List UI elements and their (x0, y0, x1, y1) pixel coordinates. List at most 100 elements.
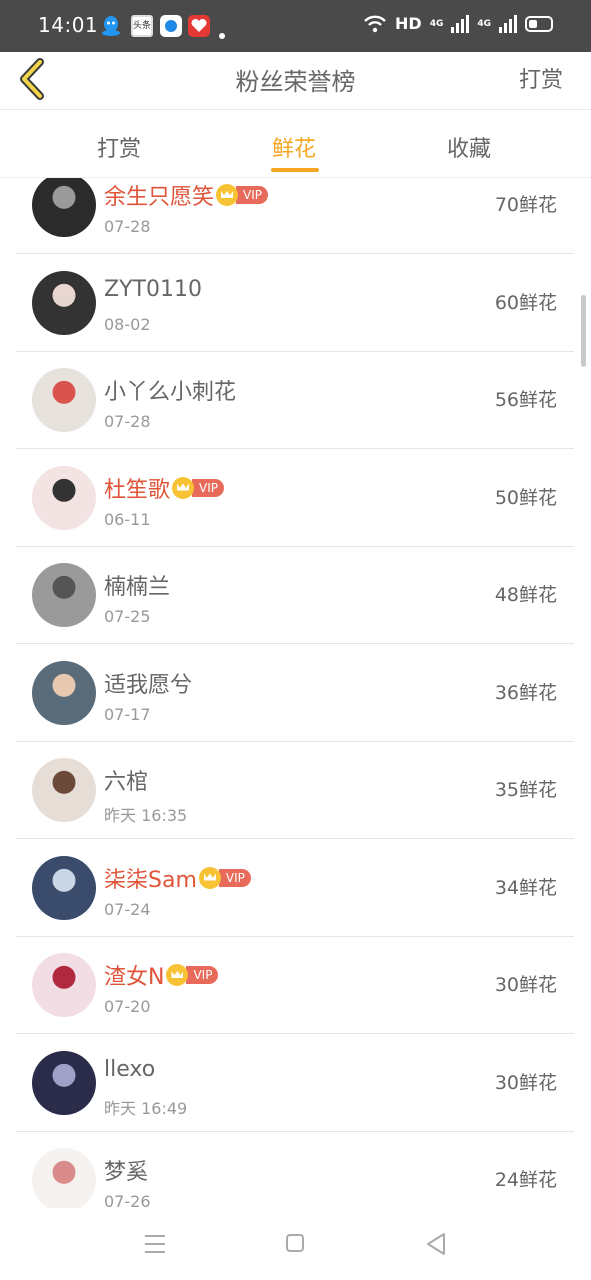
fan-date: 07-26 (104, 1192, 151, 1208)
fan-name: 小丫么小刺花 (104, 380, 237, 405)
avatar[interactable] (32, 270, 96, 335)
vip-badge: VIP (218, 868, 251, 887)
name-line: llexo (104, 1057, 155, 1082)
fan-ranking-list[interactable]: 余生只愿笑 VIP 07-28 70鲜花 ZYT0110 08-02 60鲜花 小丫么小刺花 0… (0, 178, 591, 1208)
toutiao-icon: 头条 (131, 15, 153, 37)
network-4g-label-2: 4G (477, 18, 491, 29)
tab-favorites[interactable]: 收藏 (447, 131, 491, 163)
avatar[interactable] (32, 855, 96, 920)
flower-count: 48鲜花 (494, 584, 557, 606)
crown-icon (172, 476, 195, 499)
home-icon[interactable] (286, 1234, 304, 1252)
fan-date: 07-20 (104, 997, 151, 1016)
name-line: 柒柒Sam VIP (104, 862, 251, 894)
fan-row[interactable]: 柒柒Sam VIP 07-24 34鲜花 (16, 840, 574, 937)
fan-name: llexo (104, 1056, 156, 1082)
fan-row[interactable]: 适我愿兮 07-17 36鲜花 (16, 645, 574, 742)
fan-row[interactable]: llexo 昨天 16:49 30鲜花 (16, 1035, 574, 1132)
fan-row[interactable]: ZYT0110 08-02 60鲜花 (16, 255, 574, 352)
vip-badge: VIP (236, 186, 268, 204)
crown-icon (198, 866, 221, 889)
avatar[interactable] (32, 660, 96, 725)
active-tab-indicator (271, 168, 319, 172)
name-line: 杜笙歌 VIP (104, 472, 224, 504)
fan-date: 07-24 (104, 899, 151, 919)
nav-header: 粉丝荣誉榜 打赏 (0, 52, 591, 110)
fan-row[interactable]: 余生只愿笑 VIP 07-28 70鲜花 (16, 178, 574, 254)
name-line: 小丫么小刺花 (104, 374, 236, 406)
flower-count: 36鲜花 (494, 681, 557, 704)
name-line: 适我愿兮 (104, 667, 192, 699)
fan-date: 07-25 (104, 607, 151, 626)
fan-name: 柒柒Sam (104, 867, 197, 893)
avatar[interactable] (32, 953, 96, 1017)
vip-badge: VIP (186, 966, 219, 984)
fan-row[interactable]: 渣女N VIP 07-20 30鲜花 (16, 937, 574, 1034)
fan-name: 余生只愿笑 (104, 185, 215, 210)
fan-row[interactable]: 梦奚 07-26 24鲜花 (16, 1132, 574, 1208)
crown-icon (216, 184, 239, 206)
fan-date: 08-02 (104, 314, 151, 334)
name-line: 梦奚 (104, 1154, 148, 1186)
qq-icon (102, 16, 120, 36)
avatar[interactable] (32, 178, 96, 237)
flower-count: 56鲜花 (494, 389, 557, 411)
fan-name: 渣女N (104, 965, 165, 990)
name-line: ZYT0110 (104, 277, 202, 302)
heart-app-icon (188, 15, 210, 37)
signal-icon-2 (499, 14, 517, 33)
fan-date: 07-28 (104, 412, 151, 431)
fan-date: 07-17 (104, 704, 151, 724)
signal-icon (451, 14, 470, 33)
scrollbar[interactable] (581, 295, 586, 367)
tab-bar: 打赏 鲜花 收藏 (0, 111, 591, 178)
avatar[interactable] (32, 1050, 96, 1115)
fan-date: 昨天 16:35 (104, 806, 188, 825)
fan-date: 昨天 16:49 (104, 1098, 188, 1118)
status-bar: 14:01 头条 HD 4G 4G (0, 0, 591, 52)
flower-count: 34鲜花 (494, 876, 557, 899)
name-line: 渣女N VIP (104, 959, 219, 991)
avatar[interactable] (32, 1148, 96, 1208)
avatar[interactable] (32, 563, 96, 627)
notification-dot-icon (219, 33, 225, 39)
browser-icon (160, 15, 182, 37)
fan-date: 06-11 (104, 509, 151, 529)
status-time: 14:01 (38, 13, 99, 37)
fan-row[interactable]: 杜笙歌 VIP 06-11 50鲜花 (16, 450, 574, 547)
avatar[interactable] (32, 465, 96, 530)
menu-icon[interactable] (145, 1235, 165, 1253)
tab-flowers[interactable]: 鲜花 (272, 131, 316, 163)
fan-name: 适我愿兮 (104, 672, 193, 698)
network-4g-label: 4G (429, 18, 444, 29)
tab-reward[interactable]: 打赏 (97, 131, 141, 163)
name-line: 楠楠兰 (104, 569, 170, 601)
fan-row[interactable]: 六棺昨天 16:35 35鲜花 (16, 742, 574, 839)
reward-button[interactable]: 打赏 (519, 62, 563, 94)
fan-row[interactable]: 楠楠兰 07-25 48鲜花 (16, 547, 574, 644)
flower-count: 35鲜花 (494, 779, 557, 801)
status-right-group: HD 4G 4G (363, 14, 553, 33)
wifi-icon (364, 15, 386, 32)
fan-date: 07-28 (104, 217, 151, 236)
fan-name: 六棺 (104, 770, 149, 795)
flower-count: 30鲜花 (494, 1071, 557, 1094)
flower-count: 70鲜花 (494, 194, 557, 216)
fan-name: 杜笙歌 (104, 477, 171, 503)
fan-name: 楠楠兰 (104, 575, 171, 600)
battery-icon (525, 15, 553, 32)
back-triangle-icon[interactable] (425, 1232, 447, 1256)
flower-count: 24鲜花 (494, 1169, 557, 1191)
page-title: 粉丝荣誉榜 (235, 68, 356, 96)
avatar[interactable] (32, 368, 96, 432)
fan-name: 梦奚 (104, 1160, 149, 1185)
name-line: 六棺 (104, 764, 148, 796)
fan-row[interactable]: 小丫么小刺花 07-28 56鲜花 (16, 352, 574, 449)
flower-count: 50鲜花 (494, 486, 557, 509)
avatar[interactable] (32, 758, 96, 822)
system-nav-bar (0, 1208, 591, 1280)
flower-count: 30鲜花 (494, 974, 557, 996)
vip-badge: VIP (192, 478, 224, 497)
fan-name: ZYT0110 (104, 276, 202, 302)
hd-label: HD (395, 14, 422, 33)
